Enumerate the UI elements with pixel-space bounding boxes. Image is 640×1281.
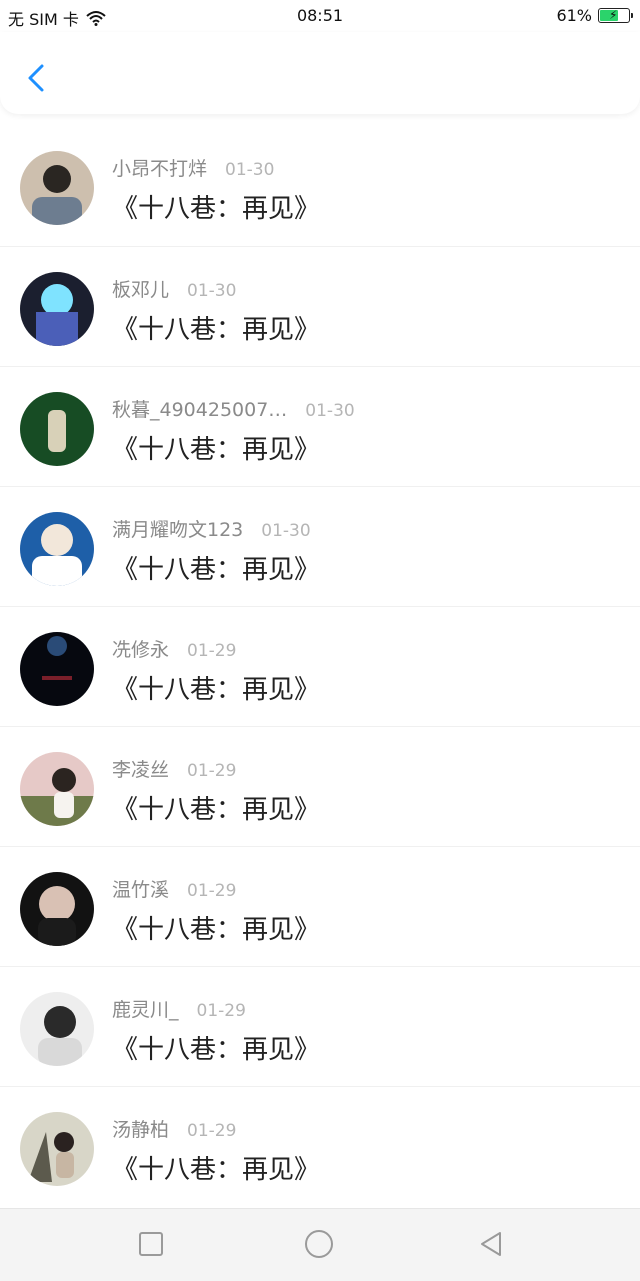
- date: 01-29: [187, 1121, 237, 1141]
- item-title[interactable]: 《十八巷：再见》: [112, 429, 320, 466]
- item-title[interactable]: 《十八巷：再见》: [112, 789, 320, 826]
- item-title[interactable]: 《十八巷：再见》: [112, 188, 320, 225]
- user-name[interactable]: 冼修永: [112, 635, 169, 662]
- square-icon[interactable]: [136, 1229, 166, 1259]
- meta: 汤静柏 01-29: [112, 1115, 236, 1142]
- meta: 满月耀吻文123 01-30: [112, 515, 311, 542]
- meta: 李凌丝 01-29: [112, 755, 236, 782]
- meta: 温竹溪 01-29: [112, 875, 236, 902]
- list-item[interactable]: 秋暮_490425007… 01-30 《十八巷：再见》: [0, 366, 640, 486]
- user-name[interactable]: 温竹溪: [112, 875, 169, 902]
- status-bar: 无 SIM 卡 08:51 61% ⚡: [0, 0, 640, 32]
- battery-icon: ⚡: [598, 8, 633, 23]
- list-item[interactable]: 板邓儿 01-30 《十八巷：再见》: [0, 246, 640, 366]
- circle-icon[interactable]: [304, 1229, 334, 1259]
- bottom-nav: [0, 1208, 640, 1281]
- meta: 小昂不打烊 01-30: [112, 154, 274, 181]
- avatar[interactable]: [20, 512, 94, 586]
- user-name[interactable]: 满月耀吻文123: [112, 515, 243, 542]
- user-name[interactable]: 板邓儿: [112, 275, 169, 302]
- item-title[interactable]: 《十八巷：再见》: [112, 1149, 320, 1186]
- avatar[interactable]: [20, 1112, 94, 1186]
- status-time: 08:51: [296, 6, 344, 25]
- charging-bolt-icon: ⚡: [609, 8, 618, 22]
- date: 01-30: [187, 281, 237, 301]
- avatar[interactable]: [20, 872, 94, 946]
- list-item[interactable]: 小昂不打烊 01-30 《十八巷：再见》: [0, 126, 640, 246]
- item-title[interactable]: 《十八巷：再见》: [112, 1029, 320, 1066]
- back-button[interactable]: [24, 62, 48, 94]
- avatar[interactable]: [20, 151, 94, 225]
- date: 01-29: [187, 641, 237, 661]
- user-name[interactable]: 李凌丝: [112, 755, 169, 782]
- item-title[interactable]: 《十八巷：再见》: [112, 309, 320, 346]
- chevron-left-icon: [28, 64, 44, 92]
- date: 01-29: [187, 761, 237, 781]
- list-item[interactable]: 汤静柏 01-29 《十八巷：再见》: [0, 1086, 640, 1206]
- meta: 板邓儿 01-30: [112, 275, 236, 302]
- battery-percent: 61%: [556, 6, 592, 25]
- triangle-back-icon[interactable]: [476, 1229, 506, 1259]
- item-title[interactable]: 《十八巷：再见》: [112, 549, 320, 586]
- list-item[interactable]: 满月耀吻文123 01-30 《十八巷：再见》: [0, 486, 640, 606]
- list-item[interactable]: 鹿灵川_ 01-29 《十八巷：再见》: [0, 966, 640, 1086]
- meta: 鹿灵川_ 01-29: [112, 995, 246, 1022]
- item-title[interactable]: 《十八巷：再见》: [112, 669, 320, 706]
- date: 01-30: [305, 401, 355, 421]
- user-name[interactable]: 汤静柏: [112, 1115, 169, 1142]
- header: [0, 32, 640, 114]
- avatar[interactable]: [20, 272, 94, 346]
- meta: 冼修永 01-29: [112, 635, 236, 662]
- user-name[interactable]: 秋暮_490425007…: [112, 395, 287, 422]
- comment-list: 小昂不打烊 01-30 《十八巷：再见》 板邓儿 01-30 《十八巷：再见》 …: [0, 126, 640, 1206]
- date: 01-30: [261, 521, 311, 541]
- user-name[interactable]: 鹿灵川_: [112, 995, 179, 1022]
- status-right: 61% ⚡: [556, 6, 633, 25]
- user-name[interactable]: 小昂不打烊: [112, 154, 207, 181]
- meta: 秋暮_490425007… 01-30: [112, 395, 355, 422]
- list-item[interactable]: 李凌丝 01-29 《十八巷：再见》: [0, 726, 640, 846]
- avatar[interactable]: [20, 752, 94, 826]
- list-item[interactable]: 温竹溪 01-29 《十八巷：再见》: [0, 846, 640, 966]
- avatar[interactable]: [20, 392, 94, 466]
- item-title[interactable]: 《十八巷：再见》: [112, 909, 320, 946]
- date: 01-29: [196, 1001, 246, 1021]
- date: 01-29: [187, 881, 237, 901]
- avatar[interactable]: [20, 632, 94, 706]
- date: 01-30: [225, 160, 275, 180]
- avatar[interactable]: [20, 992, 94, 1066]
- list-item[interactable]: 冼修永 01-29 《十八巷：再见》: [0, 606, 640, 726]
